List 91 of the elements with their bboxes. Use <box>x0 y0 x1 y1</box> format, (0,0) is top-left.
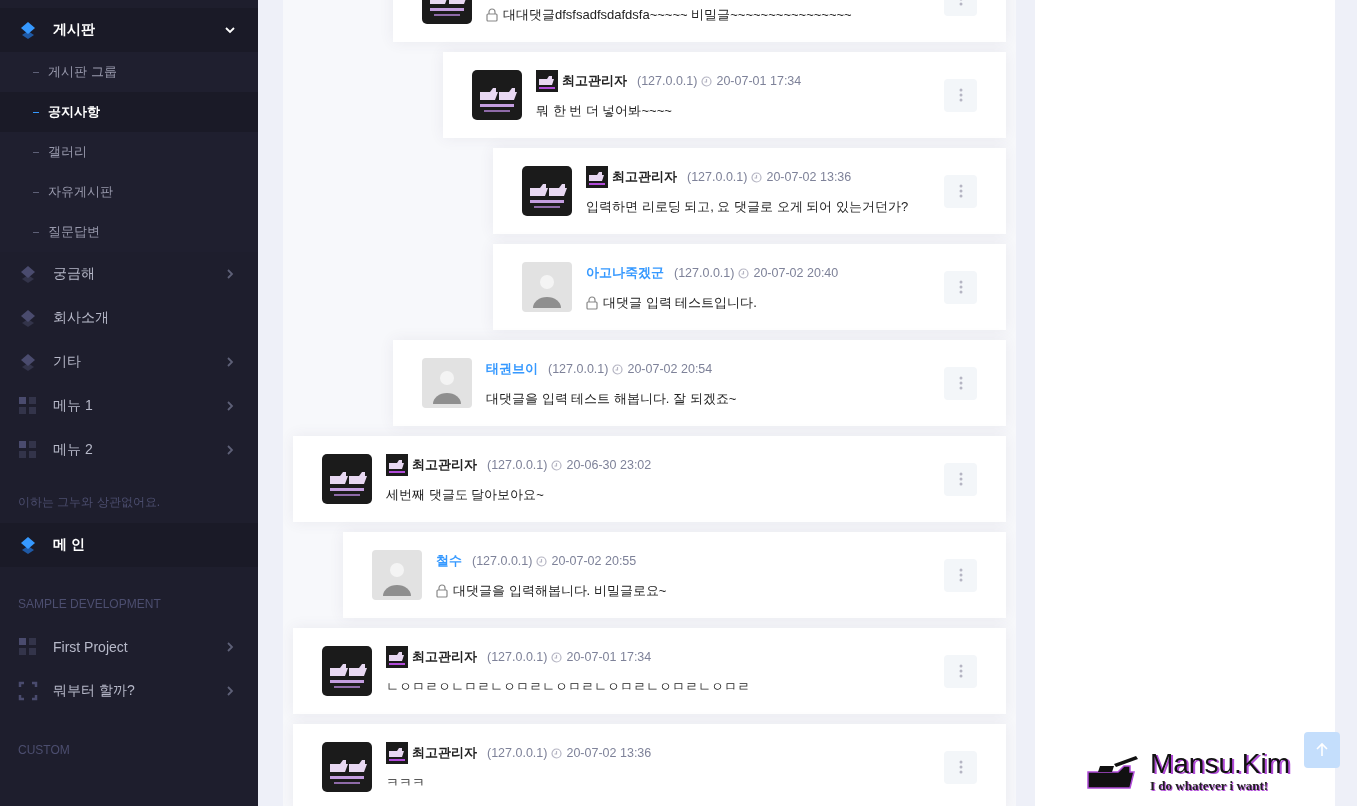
comment-text: 대댓글을 입력 테스트 해봅니다. 잘 되겠죠~ <box>486 390 737 408</box>
logo-title: Mansu.Kim <box>1149 750 1290 778</box>
comment-date: 20-07-02 13:36 <box>766 169 852 186</box>
tank-avatar <box>322 454 372 504</box>
tank-icon <box>536 70 558 92</box>
more-icon <box>958 568 963 582</box>
comment-date: 20-07-01 17:34 <box>716 73 802 90</box>
comment-ip: (127.0.0.1) <box>548 361 609 378</box>
comment-text: 세번째 댓글도 달아보아요~ <box>386 486 544 504</box>
sidebar-section-heading: CUSTOM <box>17 742 71 759</box>
clock-icon <box>551 651 563 663</box>
clock-icon <box>551 747 563 759</box>
comment-text: 뭐 한 번 더 넣어봐~~~~ <box>536 102 672 120</box>
comment-text: 대댓글을 입력해봅니다. 비밀글로요~ <box>453 582 667 600</box>
more-button[interactable] <box>944 366 977 400</box>
sidebar-item[interactable]: 기타 <box>0 340 258 384</box>
sidebar-item[interactable]: 메 인 <box>0 523 258 567</box>
sidebar-section-heading: SAMPLE DEVELOPMENT <box>17 596 162 613</box>
clock-icon <box>751 171 763 183</box>
comment-ip: (127.0.0.1) <box>637 73 698 90</box>
comment-text: 대대댓글dfsfsadfsdafdsfa~~~~~ 비밀글~~~~~~~~~~~~~~~~ <box>503 6 852 24</box>
comment-author: 최고관리자 <box>412 744 477 762</box>
more-button[interactable] <box>944 174 977 208</box>
person-avatar <box>372 550 422 600</box>
sidebar-item[interactable]: 게시판 <box>0 8 258 52</box>
tank-icon <box>586 166 608 188</box>
tank-avatar <box>522 166 572 216</box>
comment-author: 최고관리자 <box>612 168 677 186</box>
person-avatar <box>522 262 572 312</box>
tank-avatar <box>322 742 372 792</box>
comment-date: 20-07-02 20:54 <box>627 361 713 378</box>
grid-icon <box>18 396 38 416</box>
more-button[interactable] <box>944 78 977 112</box>
sidebar-item[interactable]: 뭐부터 할까? <box>0 669 258 713</box>
comment-ip: (127.0.0.1) <box>687 169 748 186</box>
comment-ip: (127.0.0.1) <box>487 745 548 762</box>
comment-date: 20-07-02 13:36 <box>566 745 652 762</box>
tank-avatar <box>472 70 522 120</box>
comment-date: 20-07-01 17:34 <box>566 649 652 666</box>
comment-author: 최고관리자 <box>562 72 627 90</box>
more-button[interactable] <box>944 654 977 688</box>
sidebar-item[interactable]: 궁금해 <box>0 252 258 296</box>
sidebar-subitem[interactable]: 공지사항 <box>0 92 258 132</box>
tank-icon <box>386 646 408 668</box>
tank-icon <box>386 742 408 764</box>
comment-date: 20-06-30 23:02 <box>566 457 652 474</box>
grid-icon <box>18 637 38 657</box>
comment-text: ㅋㅋㅋ <box>386 774 425 792</box>
comment-author: 최고관리자 <box>412 456 477 474</box>
comment-ip: (127.0.0.1) <box>487 457 548 474</box>
comment-author: 최고관리자 <box>412 648 477 666</box>
clock-icon <box>536 555 548 567</box>
sidebar-item[interactable]: First Project <box>0 625 258 669</box>
comment-text: 입력하면 리로딩 되고, 요 댓글로 오게 되어 있는거던가? <box>586 198 909 216</box>
sidebar-note: 이하는 그누와 상관없어요. <box>17 494 161 511</box>
lock-icon <box>436 584 448 598</box>
arrow-up-icon <box>1314 742 1330 758</box>
clock-icon <box>551 459 563 471</box>
clock-icon <box>612 363 624 375</box>
comment-ip: (127.0.0.1) <box>472 553 533 570</box>
more-button[interactable] <box>944 750 977 784</box>
lock-icon <box>586 296 598 310</box>
comment-ip: (127.0.0.1) <box>487 649 548 666</box>
comment-date: 20-07-02 20:40 <box>753 265 839 282</box>
clock-icon <box>701 75 713 87</box>
sidebar-item[interactable]: 메뉴 1 <box>0 384 258 428</box>
more-icon <box>958 664 963 678</box>
lock-icon <box>486 8 498 22</box>
person-avatar <box>422 358 472 408</box>
comment-date: 20-07-02 20:55 <box>551 553 637 570</box>
scroll-top-button[interactable] <box>1304 732 1340 768</box>
more-icon <box>958 760 963 774</box>
comment-text: 대댓글 입력 테스트입니다. <box>603 294 757 312</box>
tank-icon <box>386 454 408 476</box>
logo-tagline: I do whatever i want! <box>1149 778 1270 794</box>
more-icon <box>958 376 963 390</box>
more-button[interactable] <box>944 558 977 592</box>
grid-icon <box>18 440 38 460</box>
clock-icon <box>738 267 750 279</box>
comment-text: ㄴㅇㅁㄹㅇㄴㅁㄹㄴㅇㅁㄹㄴㅇㅁㄹㄴㅇㅁㄹㄴㅇㅁㄹㄴㅇㅁㄹ <box>386 678 750 696</box>
tank-avatar <box>322 646 372 696</box>
more-icon <box>958 280 963 294</box>
more-button[interactable] <box>944 270 977 304</box>
more-icon <box>958 472 963 486</box>
more-icon <box>958 88 963 102</box>
more-icon <box>958 184 963 198</box>
sidebar-item[interactable]: 회사소개 <box>0 296 258 340</box>
more-button[interactable] <box>944 462 977 496</box>
sidebar-item[interactable]: 메뉴 2 <box>0 428 258 472</box>
frame-icon <box>18 681 38 701</box>
comment-ip: (127.0.0.1) <box>674 265 735 282</box>
